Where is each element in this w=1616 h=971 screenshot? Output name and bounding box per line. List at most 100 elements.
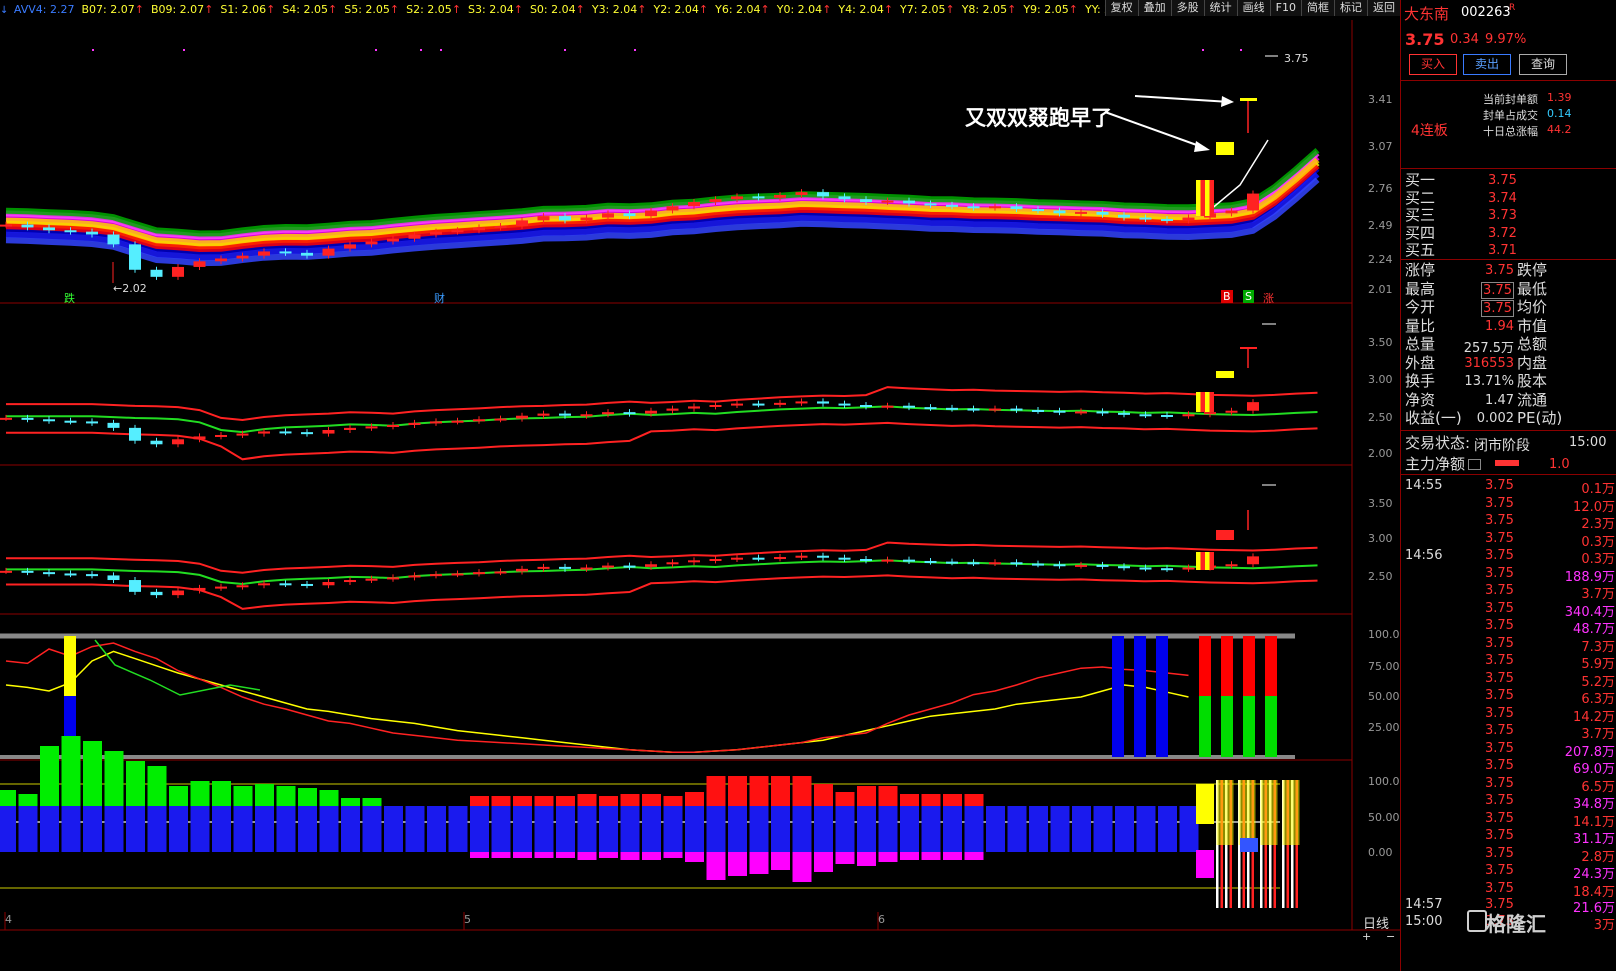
divider	[1401, 474, 1616, 475]
kline-candle	[301, 252, 313, 256]
limit-up-candle	[1205, 180, 1210, 216]
band1-candle	[408, 422, 421, 425]
date-label: 6	[878, 913, 885, 926]
watermark: 格隆汇	[1486, 912, 1546, 936]
tick-volume: 24.3万	[1573, 867, 1615, 882]
band2-candle	[731, 557, 743, 560]
tick-price: 3.75	[1485, 495, 1514, 511]
band2-candle	[666, 562, 679, 565]
band1-candle	[1118, 412, 1130, 415]
hist-bar	[1050, 806, 1070, 852]
band1-candle	[1032, 410, 1044, 412]
hist-bar	[1072, 806, 1091, 852]
band2-candle	[903, 559, 915, 562]
band2-candle	[430, 574, 442, 577]
tick-volume: 2.3万	[1581, 517, 1615, 532]
list-icon[interactable]	[1468, 459, 1481, 470]
quote-panel: 大东南 002263 R 3.75 0.34 9.97% 买入 卖出 查询 4连…	[1400, 0, 1616, 971]
stat-label: 流通	[1517, 390, 1548, 409]
bid-label: 买一	[1405, 171, 1436, 189]
band1-lower	[6, 421, 1318, 461]
hist-bar	[61, 806, 81, 852]
kline-candle	[408, 234, 421, 239]
chart-area[interactable]: ↓ AVV4: 2.27 B07: 2.07↑ B09: 2.07↑ S1: 2.06…	[0, 0, 1400, 971]
limit-up-candle	[1196, 392, 1201, 412]
band1-candle	[172, 439, 184, 445]
annotation-text: 又双双叕跑早了	[965, 106, 1112, 130]
s-marker[interactable]: S	[1243, 290, 1254, 303]
hist-bar	[18, 806, 38, 852]
tick-price: 3.75	[1485, 478, 1514, 493]
band2-candle	[1075, 564, 1087, 567]
mainforce-value: 1.0	[1549, 457, 1570, 472]
band1-candle	[150, 440, 163, 445]
cai-marker: 财	[434, 292, 445, 305]
band2-candle	[817, 555, 829, 558]
hist-bar	[233, 786, 253, 806]
zoom-out-icon[interactable]: −	[1386, 930, 1395, 943]
hist-bar	[921, 794, 941, 806]
hist-bar	[577, 806, 597, 852]
buy-button[interactable]: 买入	[1409, 54, 1457, 75]
sell-button[interactable]: 卖出	[1463, 54, 1511, 75]
signal-dot	[183, 49, 185, 51]
band2-candle	[451, 573, 464, 576]
zoom-in-icon[interactable]: +	[1362, 930, 1371, 943]
band2-candle	[795, 555, 808, 558]
hist-bar	[792, 852, 812, 882]
kline-candle	[387, 238, 399, 242]
hist-bar	[642, 852, 661, 860]
band1-candle	[645, 410, 657, 414]
kline-candle	[451, 230, 464, 233]
tick-price: 3.75	[1485, 705, 1514, 721]
hist-bar	[513, 796, 532, 806]
tick-volume: 3.7万	[1581, 727, 1615, 742]
tick-price: 3.75	[1485, 635, 1514, 651]
tick-volume: 340.4万	[1564, 604, 1615, 620]
hist-bar	[943, 794, 962, 806]
limit-up-candle	[1216, 371, 1234, 378]
kline-candle	[64, 230, 77, 233]
kline-candle	[516, 220, 528, 227]
stat-label: 跌停	[1517, 261, 1548, 279]
mainforce-bar	[1495, 460, 1519, 466]
kline-candle	[279, 251, 292, 254]
kline-candle	[817, 192, 829, 197]
band1-candle	[946, 407, 958, 410]
stat-label: 总量	[1405, 335, 1436, 353]
stat-value: 316553	[1464, 355, 1514, 371]
hist-bar	[491, 796, 511, 806]
limit-up-candle	[1205, 552, 1210, 570]
tick-time: 15:00	[1405, 914, 1443, 929]
band1-candle	[301, 432, 313, 435]
query-button[interactable]: 查询	[1519, 54, 1567, 75]
band2-candle	[602, 565, 614, 568]
hist-bar	[405, 806, 425, 852]
date-label: 5	[464, 913, 471, 926]
band2-candle	[1216, 530, 1234, 540]
hist-bar	[728, 776, 747, 806]
tick-volume: 3.7万	[1581, 587, 1615, 602]
band1-candle	[193, 436, 206, 440]
annotation-arrow	[1104, 111, 1206, 149]
kline-candle	[645, 210, 657, 217]
band2-candle	[1032, 563, 1044, 566]
low-price-label: ←2.02	[113, 282, 147, 295]
hist-bar	[40, 806, 59, 852]
axis-label: 2.01	[1368, 283, 1393, 296]
hist-bar	[577, 794, 597, 806]
b-marker[interactable]: B	[1221, 290, 1233, 303]
band1-candle	[752, 403, 765, 406]
band1-candle	[602, 412, 614, 415]
axis-label: 2.00	[1368, 447, 1393, 460]
hist-bar	[663, 806, 683, 852]
hist-bar	[40, 746, 59, 806]
axis-label: 100.0	[1368, 775, 1400, 788]
band2-candle	[21, 570, 34, 573]
kline-candle	[838, 196, 851, 200]
annotation-arrow	[1221, 96, 1234, 107]
band1-candle	[1053, 410, 1066, 413]
kline-svg[interactable]	[0, 0, 1400, 971]
tick-price: 3.75	[1485, 758, 1514, 773]
hist-bar	[857, 806, 876, 852]
